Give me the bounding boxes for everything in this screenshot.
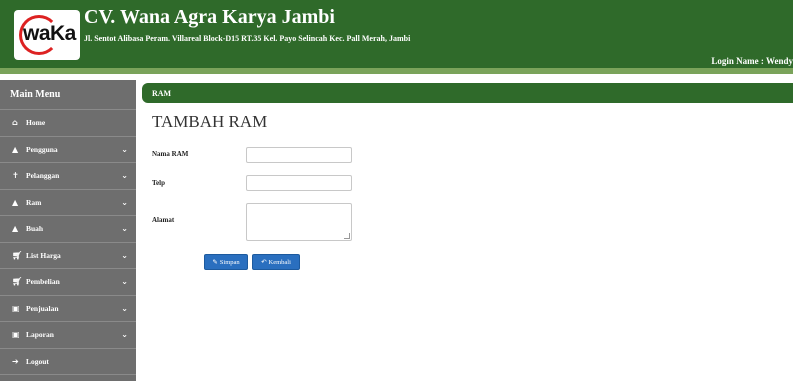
user-icon: ▲ xyxy=(12,144,19,154)
header-stripe xyxy=(0,68,793,74)
telp-label: Telp xyxy=(152,179,165,187)
alamat-textarea[interactable] xyxy=(246,203,352,241)
sidebar-item-list-harga[interactable]: 🛒︎ List Harga ⌄ xyxy=(0,243,136,269)
resize-handle-icon[interactable] xyxy=(344,233,350,239)
person-icon: ✝ xyxy=(12,171,19,181)
nama-ram-input[interactable] xyxy=(246,147,352,163)
nama-ram-label: Nama RAM xyxy=(152,150,189,158)
save-button-label: Simpan xyxy=(219,258,240,266)
sidebar-item-label: Buah xyxy=(26,224,44,234)
sidebar-item-laporan[interactable]: ▣ Laporan ⌄ xyxy=(0,322,136,349)
sidebar-item-pelanggan[interactable]: ✝ Pelanggan ⌄ xyxy=(0,163,136,190)
alamat-label: Alamat xyxy=(152,216,175,224)
sidebar-item-label: Pengguna xyxy=(26,144,58,154)
chevron-down-icon: ⌄ xyxy=(121,224,128,234)
sidebar-item-pengguna[interactable]: ▲ Pengguna ⌄ xyxy=(0,137,136,163)
telp-input[interactable] xyxy=(246,175,352,191)
chevron-down-icon: ⌄ xyxy=(121,303,128,313)
sidebar-item-ram[interactable]: ▲​ Ram ⌄ xyxy=(0,190,136,216)
sidebar-title: Main Menu xyxy=(0,80,136,110)
company-name: CV. Wana Agra Karya Jambi xyxy=(84,6,335,28)
company-logo: waKa xyxy=(14,10,80,60)
page-title: TAMBAH RAM xyxy=(152,112,268,131)
sidebar-item-label: List Harga xyxy=(26,250,61,260)
chevron-down-icon: ⌄ xyxy=(121,197,128,207)
sidebar-item-pembelian[interactable]: 🛒︎ Pembelian ⌄ xyxy=(0,269,136,296)
cart-icon: 🛒︎ xyxy=(12,277,23,287)
chevron-down-icon: ⌄ xyxy=(121,277,128,287)
sidebar-item-penjualan[interactable]: ▣ Penjualan ⌄ xyxy=(0,296,136,322)
sidebar-item-label: Pembelian xyxy=(26,277,60,287)
sidebar-item-label: Laporan xyxy=(26,330,54,340)
app-header: waKa CV. Wana Agra Karya Jambi Jl. Sento… xyxy=(0,0,793,68)
sidebar-item-label: Penjualan xyxy=(26,303,59,313)
file-icon: ▣ xyxy=(12,330,20,340)
back-arrow-icon: ↶ xyxy=(261,258,267,266)
edit-icon: ✎ xyxy=(212,258,218,266)
sidebar-item-label: Logout xyxy=(26,356,49,366)
sidebar-item-home[interactable]: ⌂ Home xyxy=(0,110,136,137)
save-button[interactable]: ✎ Simpan xyxy=(204,254,248,270)
logo-text: waKa xyxy=(23,22,76,45)
cart-icon: 🛒︎ xyxy=(12,250,23,260)
company-address: Jl. Sentot Alibasa Peram. Villareal Bloc… xyxy=(84,34,411,43)
login-name: Login Name : Wendy xyxy=(711,56,793,66)
sidebar-item-label: Ram xyxy=(26,197,42,207)
sidebar-item-logout[interactable]: ➔ Logout xyxy=(0,349,136,375)
sidebar: Main Menu ⌂ Home ▲ Pengguna ⌄ ✝ Pelangga… xyxy=(0,80,136,381)
section-header: RAM xyxy=(142,83,793,103)
money-icon: ▣ xyxy=(12,303,20,313)
back-button[interactable]: ↶ Kembali xyxy=(252,254,300,270)
home-icon: ⌂ xyxy=(12,118,18,128)
users-icon: ▲​ xyxy=(12,224,19,234)
chevron-down-icon: ⌄ xyxy=(121,330,128,340)
logout-icon: ➔ xyxy=(12,356,19,366)
chevron-down-icon: ⌄ xyxy=(121,144,128,154)
chevron-down-icon: ⌄ xyxy=(121,171,128,181)
sidebar-item-label: Pelanggan xyxy=(26,171,60,181)
chevron-down-icon: ⌄ xyxy=(121,250,128,260)
users-icon: ▲​ xyxy=(12,197,19,207)
back-button-label: Kembali xyxy=(268,258,291,266)
sidebar-item-label: Home xyxy=(26,118,46,128)
sidebar-item-buah[interactable]: ▲​ Buah ⌄ xyxy=(0,216,136,243)
